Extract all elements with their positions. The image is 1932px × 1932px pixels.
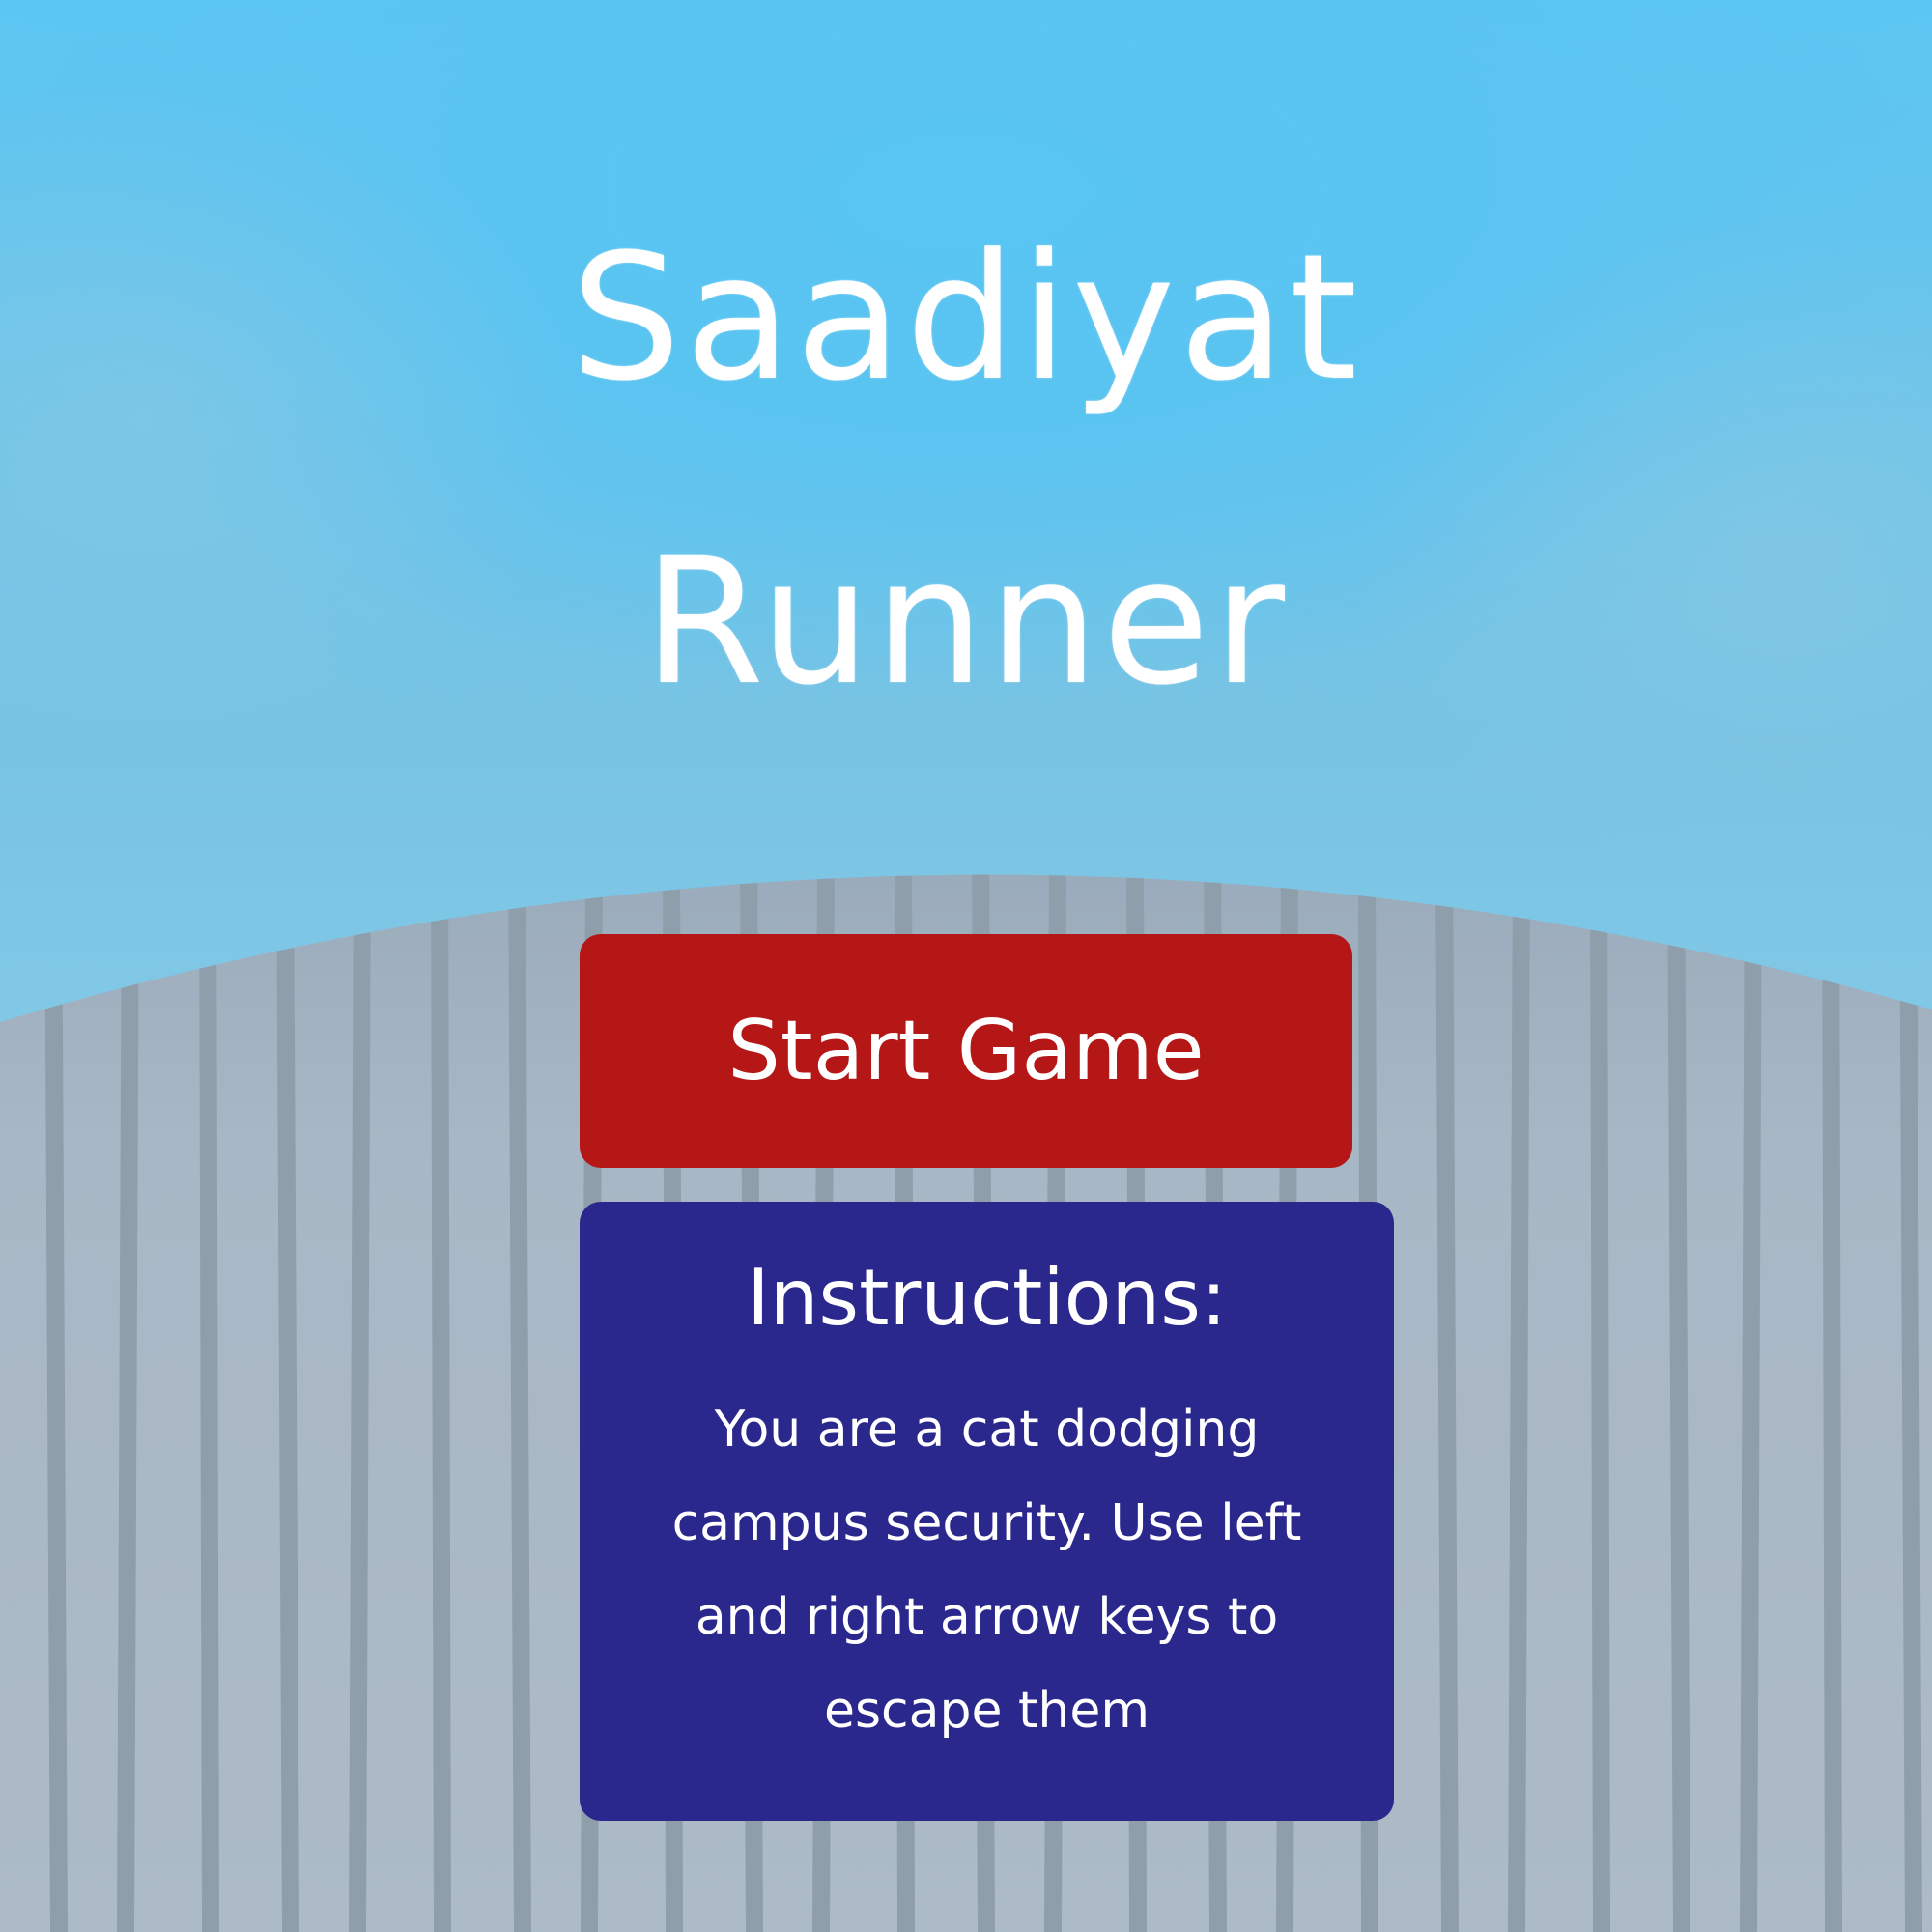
fence-stripe — [1740, 874, 1762, 1932]
instructions-heading: Instructions: — [747, 1253, 1227, 1343]
fence-stripe — [199, 874, 219, 1932]
game-title-line-2: Runner — [643, 522, 1289, 724]
fence-stripe — [1899, 874, 1922, 1932]
game-screen: Saadiyat Runner Start Game Instructions:… — [0, 0, 1932, 1932]
fence-stripe — [1822, 874, 1842, 1932]
fence-stripe — [1435, 874, 1459, 1932]
fence-stripe — [1508, 874, 1530, 1932]
fence-stripe — [117, 874, 139, 1932]
fence-stripe — [44, 874, 68, 1932]
fence-stripe — [1590, 874, 1610, 1932]
fence-stripe — [431, 874, 451, 1932]
start-game-button[interactable]: Start Game — [580, 934, 1352, 1168]
game-title-line-1: Saadiyat — [570, 217, 1362, 419]
fence-stripe — [276, 874, 299, 1932]
instructions-panel: Instructions: You are a cat dodging camp… — [580, 1202, 1394, 1821]
fence-stripe — [1667, 874, 1690, 1932]
fence-stripe — [349, 874, 371, 1932]
instructions-text: You are a cat dodging campus security. U… — [671, 1401, 1302, 1740]
fence-stripe — [508, 874, 531, 1932]
